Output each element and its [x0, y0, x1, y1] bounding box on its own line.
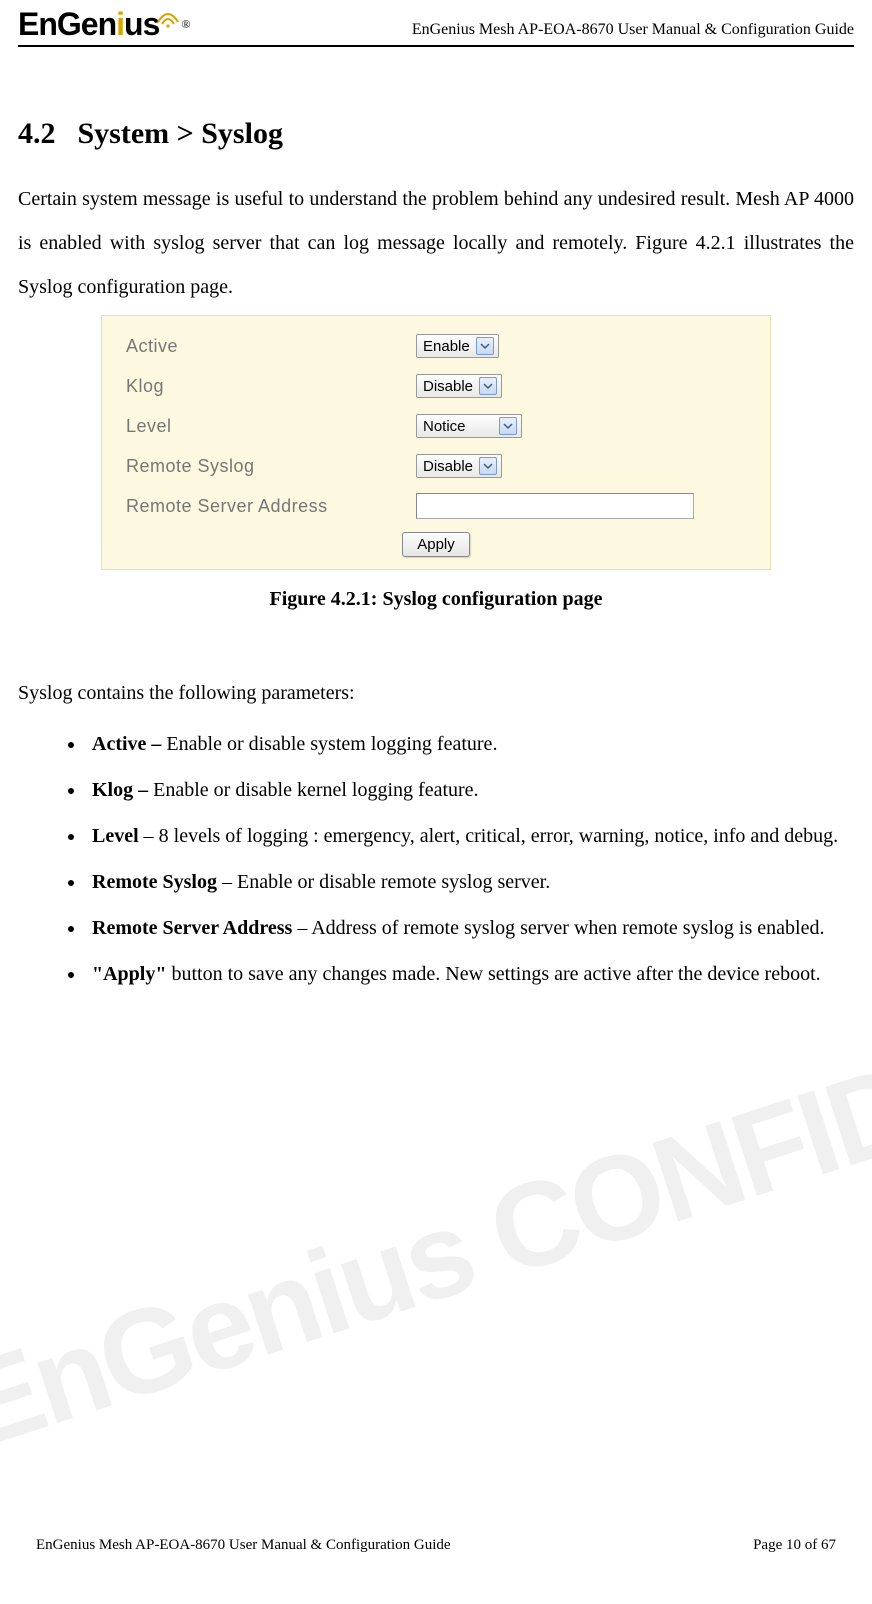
brand-logo-text: EnGenius — [18, 6, 159, 43]
footer-left: EnGenius Mesh AP-EOA-8670 User Manual & … — [36, 1537, 451, 1554]
select-level[interactable]: Notice — [416, 414, 522, 438]
term-apply: "Apply" — [92, 963, 166, 985]
apply-button[interactable]: Apply — [402, 532, 470, 557]
list-item: Remote Server Address – Address of remot… — [86, 907, 854, 949]
params-intro: Syslog contains the following parameters… — [18, 671, 854, 715]
term-active: Active – — [92, 733, 166, 755]
chevron-down-icon — [479, 377, 497, 395]
section-title: System > Syslog — [78, 117, 283, 150]
select-klog-value: Disable — [423, 378, 473, 395]
syslog-config-figure: Active Enable Klog Disable Level Notice — [101, 315, 771, 570]
page-header: EnGenius ® EnGenius Mesh AP-EOA-8670 Use… — [18, 6, 854, 47]
list-item: Active – Enable or disable system loggin… — [86, 723, 854, 765]
footer-right: Page 10 of 67 — [753, 1537, 836, 1554]
intro-paragraph: Certain system message is useful to unde… — [18, 177, 854, 309]
term-klog: Klog – — [92, 779, 153, 801]
row-remote-address: Remote Server Address — [126, 486, 746, 526]
select-active[interactable]: Enable — [416, 334, 499, 358]
figure-caption: Figure 4.2.1: Syslog configuration page — [18, 588, 854, 611]
list-item: Klog – Enable or disable kernel logging … — [86, 769, 854, 811]
page-footer: EnGenius Mesh AP-EOA-8670 User Manual & … — [36, 1537, 836, 1554]
select-remote-syslog[interactable]: Disable — [416, 454, 502, 478]
label-klog: Klog — [126, 376, 416, 397]
desc-klog: Enable or disable kernel logging feature… — [153, 779, 478, 801]
brand-logo: EnGenius ® — [18, 6, 190, 43]
label-remote-address: Remote Server Address — [126, 496, 416, 517]
chevron-down-icon — [499, 417, 517, 435]
desc-remote-addr: – Address of remote syslog server when r… — [292, 917, 824, 939]
section-heading: 4.2 System > Syslog — [18, 117, 854, 151]
desc-apply: button to save any changes made. New set… — [166, 963, 820, 985]
row-remote-syslog: Remote Syslog Disable — [126, 446, 746, 486]
select-klog[interactable]: Disable — [416, 374, 502, 398]
select-remote-syslog-value: Disable — [423, 458, 473, 475]
select-level-value: Notice — [423, 418, 493, 435]
term-remote-syslog: Remote Syslog — [92, 871, 217, 893]
term-level: Level — [92, 825, 139, 847]
list-item: "Apply" button to save any changes made.… — [86, 953, 854, 995]
desc-level: – 8 levels of logging : emergency, alert… — [139, 825, 839, 847]
row-level: Level Notice — [126, 406, 746, 446]
registered-icon: ® — [181, 17, 190, 32]
select-active-value: Enable — [423, 338, 470, 355]
desc-remote-syslog: – Enable or disable remote syslog server… — [217, 871, 550, 893]
chevron-down-icon — [476, 337, 494, 355]
input-remote-address[interactable] — [416, 493, 694, 519]
header-doc-title: EnGenius Mesh AP-EOA-8670 User Manual & … — [412, 21, 854, 43]
label-remote-syslog: Remote Syslog — [126, 456, 416, 477]
wifi-icon — [157, 10, 179, 33]
desc-active: Enable or disable system logging feature… — [166, 733, 497, 755]
term-remote-addr: Remote Server Address — [92, 917, 292, 939]
list-item: Remote Syslog – Enable or disable remote… — [86, 861, 854, 903]
label-active: Active — [126, 336, 416, 357]
section-number: 4.2 — [18, 117, 56, 151]
label-level: Level — [126, 416, 416, 437]
row-active: Active Enable — [126, 326, 746, 366]
chevron-down-icon — [479, 457, 497, 475]
params-list: Active – Enable or disable system loggin… — [18, 723, 854, 995]
row-klog: Klog Disable — [126, 366, 746, 406]
list-item: Level – 8 levels of logging : emergency,… — [86, 815, 854, 857]
